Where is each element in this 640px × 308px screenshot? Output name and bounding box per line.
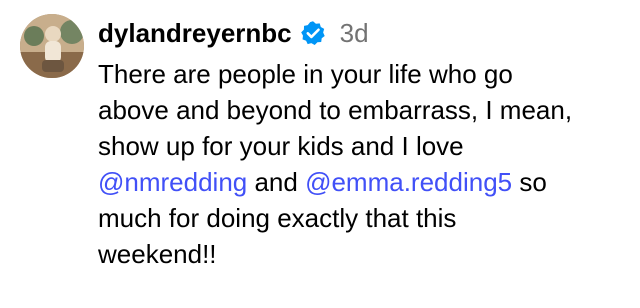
comment-text-segment: weekend!! <box>98 239 217 269</box>
username[interactable]: dylandreyernbc <box>98 18 292 49</box>
comment-line: above and beyond to embarrass, I mean, <box>98 92 628 128</box>
comment-content: dylandreyernbc 3d There are people in yo… <box>98 14 628 272</box>
avatar[interactable] <box>20 14 84 78</box>
comment-text-segment: above and beyond to embarrass, I mean, <box>98 95 573 125</box>
comment: dylandreyernbc 3d There are people in yo… <box>0 0 640 308</box>
timestamp[interactable]: 3d <box>340 18 369 49</box>
comment-text-segment: so <box>512 167 547 197</box>
comment-text-segment: and <box>247 167 306 197</box>
comment-text-segment: show up for your kids and I love <box>98 131 464 161</box>
comment-line: much for doing exactly that this <box>98 200 628 236</box>
comment-header: dylandreyernbc 3d <box>98 14 628 52</box>
comment-line: weekend!! <box>98 236 628 272</box>
comment-line: @nmredding and @emma.redding5 so <box>98 164 628 200</box>
comment-text: There are people in your life who go abov… <box>98 56 628 272</box>
mention-link[interactable]: @emma.redding5 <box>305 167 512 197</box>
comment-line: show up for your kids and I love <box>98 128 628 164</box>
profile-photo <box>20 14 84 78</box>
comment-line: There are people in your life who go <box>98 56 628 92</box>
comment-text-segment: There are people in your life who go <box>98 59 513 89</box>
mention-link[interactable]: @nmredding <box>98 167 247 197</box>
comment-text-segment: much for doing exactly that this <box>98 203 457 233</box>
verified-badge-icon <box>300 20 326 46</box>
